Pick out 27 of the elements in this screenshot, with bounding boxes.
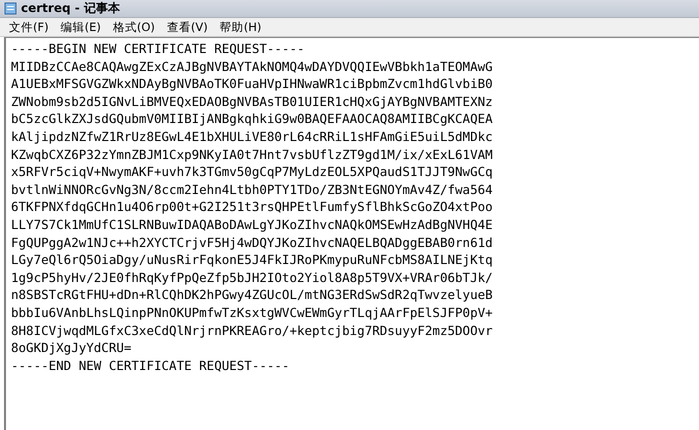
text-line: 8oGKDjXgJyYdCRU=: [11, 339, 132, 357]
text-line: 6TKFPNXfdqGCHn1u4O6rp00t+G2I251t3rsQHPEtlFumfySflBhkScGoZO4xtPoo: [11, 198, 494, 216]
menu-item[interactable]: 帮助(H): [214, 20, 266, 34]
menu-item[interactable]: 格式(O): [108, 20, 160, 34]
text-line: MIIDBzCCAe8CAQAwgZExCzAJBgNVBAYTAkNOMQ4wDAYDVQQIEwVBbkh1aTEOMAwG: [11, 58, 494, 76]
text-line: -----BEGIN NEW CERTIFICATE REQUEST-----: [11, 40, 306, 58]
text-line: 8H8ICVjwqdMLGfxC3xeCdQlNrjrnPKREAGro/+keptcjbig7RDsuyyF2mz5DOOvr: [11, 322, 494, 340]
text-line: KZwqbCXZ6P32zYmnZBJM1Cxp9NKyIA0t7Hnt7vsbUflzZT9gd1M/ix/xExL61VAM: [11, 146, 494, 164]
window-title: certreq - 记事本: [21, 0, 120, 17]
menu-item[interactable]: 编辑(E): [56, 20, 106, 34]
text-line: ZWNobm9sb2d5IGNvLiBMVEQxEDAOBgNVBAsTB01UIER1cHQxGjAYBgNVBAMTEXNz: [11, 92, 494, 110]
text-line: FgQUPggA2w1NJc++h2XYCTCrjvF5Hj4wDQYJKoZIhvcNAQELBQADggEBAB0rn61d: [11, 234, 494, 252]
menu-item[interactable]: 查看(V): [162, 20, 213, 34]
menu-item[interactable]: 文件(F): [4, 20, 54, 34]
text-line: -----END NEW CERTIFICATE REQUEST-----: [11, 356, 290, 374]
text-line: 1g9cP5hyHv/2JE0fhRqKyfPpQeZfp5bJH2IOto2Yiol8A8p5T9VX+VRAr06bTJk/: [11, 268, 494, 286]
text-editor[interactable]: [4, 37, 699, 430]
text-line: kAljipdzNZfwZ1RrUz8EGwL4E1bXHULiVE80rL64cRRiL1sHFAmGiE5uiL5dMDkc: [11, 128, 494, 146]
text-line: LLY7S7Ck1MmUfC1SLRNBuwIDAQABoDAwLgYJKoZIhvcNAQkOMSEwHzAdBgNVHQ4E: [11, 216, 494, 234]
text-line: LGy7eQl6rQ5OiaDgy/uNusRirFqkonE5J4FkIJRoPKmypuRuNFcbMS8AILNEjKtq: [11, 251, 494, 269]
text-line: bC5zcGlkZXJsdGQubmV0MIIBIjANBgkqhkiG9w0BAQEFAAOCAQ8AMIIBCgKCAQEA: [11, 110, 494, 128]
text-line: n8SBSTcRGtFHU+dDn+RlCQhDK2hPGwy4ZGUcOL/mtNG3ERdSwSdR2qTwvzelyueB: [11, 286, 494, 304]
text-line: bbbIu6VAnbLhsLQinpPNnOKUPmfwTzKsxtgWVCwEWmGyrTLqjAArFpElSJFP0pV+: [11, 304, 494, 322]
text-line: x5RFVr5ciqV+NwymAKF+uvh7k3TGmv50gCqP7MyLdzEOL5XPQaudS1TJJT9NwGCq: [11, 163, 494, 181]
text-line: A1UEBxMFSGVGZWkxNDAyBgNVBAoTK0FuaHVpIHNwaWR1ciBpbmZvcm1hdGlvbiB0: [11, 75, 494, 93]
notepad-icon: [4, 2, 17, 15]
text-line: bvtlnWiNNORcGvNg3N/8ccm2Iehn4Ltbh0PTY1TDo/ZB3NtEGNOYmAv4Z/fwa564: [11, 180, 494, 198]
